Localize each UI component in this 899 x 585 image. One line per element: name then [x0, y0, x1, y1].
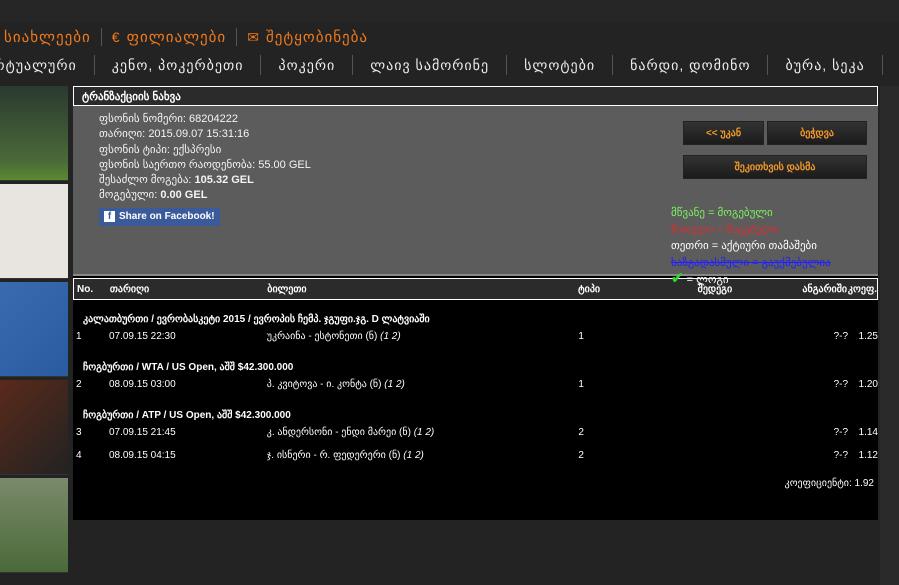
horse-racing-banner[interactable]: [0, 478, 68, 573]
branches-label: ფილიალები: [126, 29, 227, 46]
messages-link[interactable]: ✉ შეტყობინება: [247, 28, 368, 46]
table-row: 3 07.09.15 21:45 კ. ანდერსონი - ენდი მარეი…: [73, 421, 878, 444]
legend-check: ✔ = ლოგი: [671, 270, 729, 287]
row-score: ?-?: [833, 450, 849, 461]
row-type: 1: [578, 379, 584, 390]
nav-keno[interactable]: კენო, პოკერბეთი: [95, 55, 262, 75]
bet-number: ფსონის ნომერი: 68204222: [99, 113, 238, 125]
branches-link[interactable]: € ფილიალები: [112, 28, 226, 46]
total-coefficient: კოეფიციენტი: 1.92: [784, 478, 874, 489]
nav-virtual[interactable]: ვირტუალური: [0, 55, 95, 75]
row-type: 2: [578, 427, 584, 438]
col-date: თარიღი: [109, 283, 150, 295]
promo-sidebar: [0, 86, 68, 576]
color-legend: მწვანე = მოგებული წითელი = წაგებული თეთრ…: [671, 205, 831, 289]
transaction-panel: ტრანზაქციის ნახვა ფსონის ნომერი: 6820422…: [73, 86, 878, 520]
row-date: 08.09.15 04:15: [108, 450, 176, 461]
table-row: 2 08.09.15 03:00 პ. კვიტოვა - ი. კონტა (ნ)…: [73, 373, 878, 396]
row-ticket: ჯ. ისნერი - რ. ფედერერი (ნ) (1 2): [266, 450, 424, 461]
row-coef: 1.12: [858, 450, 878, 461]
row-ticket: კ. ანდერსონი - ენდი მარეი (ნ) (1 2): [266, 427, 435, 438]
stadium-banner[interactable]: [0, 184, 68, 279]
row-score: ?-?: [833, 331, 849, 342]
row-no: 3: [76, 427, 82, 438]
row-type: 1: [578, 331, 584, 342]
row-ticket: უკრაინა - ესტონეთი (ნ) (1 2): [266, 331, 401, 342]
top-bar: [0, 0, 899, 22]
facebook-label: Share on Facebook!: [119, 211, 215, 223]
row-date: 08.09.15 03:00: [108, 379, 176, 390]
ask-question-button[interactable]: შეკითხვის დასმა: [683, 155, 867, 179]
divider: [236, 28, 238, 46]
row-date: 07.09.15 22:30: [108, 331, 176, 342]
row-no: 1: [76, 331, 82, 342]
legend-green: მწვანე = მოგებული: [671, 207, 773, 219]
right-sidebar: [880, 86, 899, 585]
row-coef: 1.14: [858, 427, 878, 438]
bet-date: თარიღი: 2015.09.07 15:31:16: [99, 128, 250, 141]
col-no: No.: [77, 283, 94, 295]
top-links: სიახლეები € ფილიალები ✉ შეტყობინება: [4, 28, 368, 46]
main-nav: ვირტუალური კენო, პოკერბეთი პოკერი ლაივ ს…: [0, 50, 883, 80]
print-button[interactable]: ბეჭდვა: [767, 121, 867, 145]
share-facebook-button[interactable]: f Share on Facebook!: [99, 207, 220, 226]
table-row: 1 07.09.15 22:30 უკრაინა - ესტონეთი (ნ) (1…: [73, 325, 878, 348]
table-row: 4 08.09.15 04:15 ჯ. ისნერი - რ. ფედერერი (…: [73, 444, 878, 467]
messages-label: შეტყობინება: [265, 29, 369, 46]
row-score: ?-?: [833, 427, 849, 438]
legend-white: თეთრი = აქტიური თამაშები: [671, 240, 817, 252]
group-title: ჩოგბურთი / WTA / US Open, აშშ $42.300.00…: [83, 362, 294, 373]
table-body: კალათბურთი / ევრობასკეტი 2015 / ევროპის …: [73, 300, 878, 467]
tennis-banner[interactable]: [0, 282, 68, 377]
legend-struck: ხაზგადასმული = გაუქმებულია: [671, 256, 831, 269]
nav-slots[interactable]: სლოტები: [507, 55, 614, 75]
football-banner[interactable]: [0, 86, 68, 181]
row-coef: 1.20: [858, 379, 878, 390]
row-no: 2: [76, 379, 82, 390]
row-ticket: პ. კვიტოვა - ი. კონტა (ნ) (1 2): [266, 379, 405, 390]
nav-nardi[interactable]: ნარდი, დომინო: [613, 55, 769, 75]
group-title: ჩოგბურთი / ATP / US Open, აშშ $42.300.00…: [83, 410, 291, 421]
checkmark-icon: ✔: [671, 270, 684, 287]
legend-red: წითელი = წაგებული: [671, 223, 779, 236]
panel-title: ტრანზაქციის ნახვა: [73, 86, 878, 106]
nav-bura[interactable]: ბურა, სეკა: [768, 55, 883, 75]
row-type: 2: [578, 450, 584, 461]
row-coef: 1.25: [858, 331, 878, 342]
col-coef: კოეფ.: [847, 283, 877, 295]
row-no: 4: [76, 450, 82, 461]
row-score: ?-?: [833, 379, 849, 390]
news-link[interactable]: სიახლეები: [4, 28, 91, 46]
envelope-icon: ✉: [247, 29, 260, 45]
group-title: კალათბურთი / ევრობასკეტი 2015 / ევროპის …: [83, 314, 430, 325]
nav-more[interactable]: ბი: [883, 55, 899, 75]
back-button[interactable]: << უკან: [683, 121, 764, 145]
bet-info: ფსონის ნომერი: 68204222 თარიღი: 2015.09.…: [73, 106, 878, 287]
bet-fields: ფსონის ნომერი: 68204222 თარიღი: 2015.09.…: [99, 112, 311, 226]
divider: [100, 28, 102, 46]
possible-win: შესაძლო მოგება: 105.32 GEL: [99, 174, 254, 187]
col-ticket: ბილეთი: [267, 283, 307, 295]
nav-poker[interactable]: პოკერი: [261, 55, 354, 75]
speedway-banner[interactable]: [0, 380, 68, 475]
row-date: 07.09.15 21:45: [108, 427, 176, 438]
won-amount: მოგებული: 0.00 GEL: [99, 189, 208, 202]
bet-type: ფსონის ტიპი: ექსპრესი: [99, 143, 222, 156]
nav-live-casino[interactable]: ლაივ სამორინე: [353, 55, 508, 75]
euro-icon: €: [111, 29, 121, 45]
bet-amount: ფსონის საერთო რაოდენობა: 55.00 GEL: [99, 158, 311, 171]
facebook-icon: f: [104, 211, 115, 223]
